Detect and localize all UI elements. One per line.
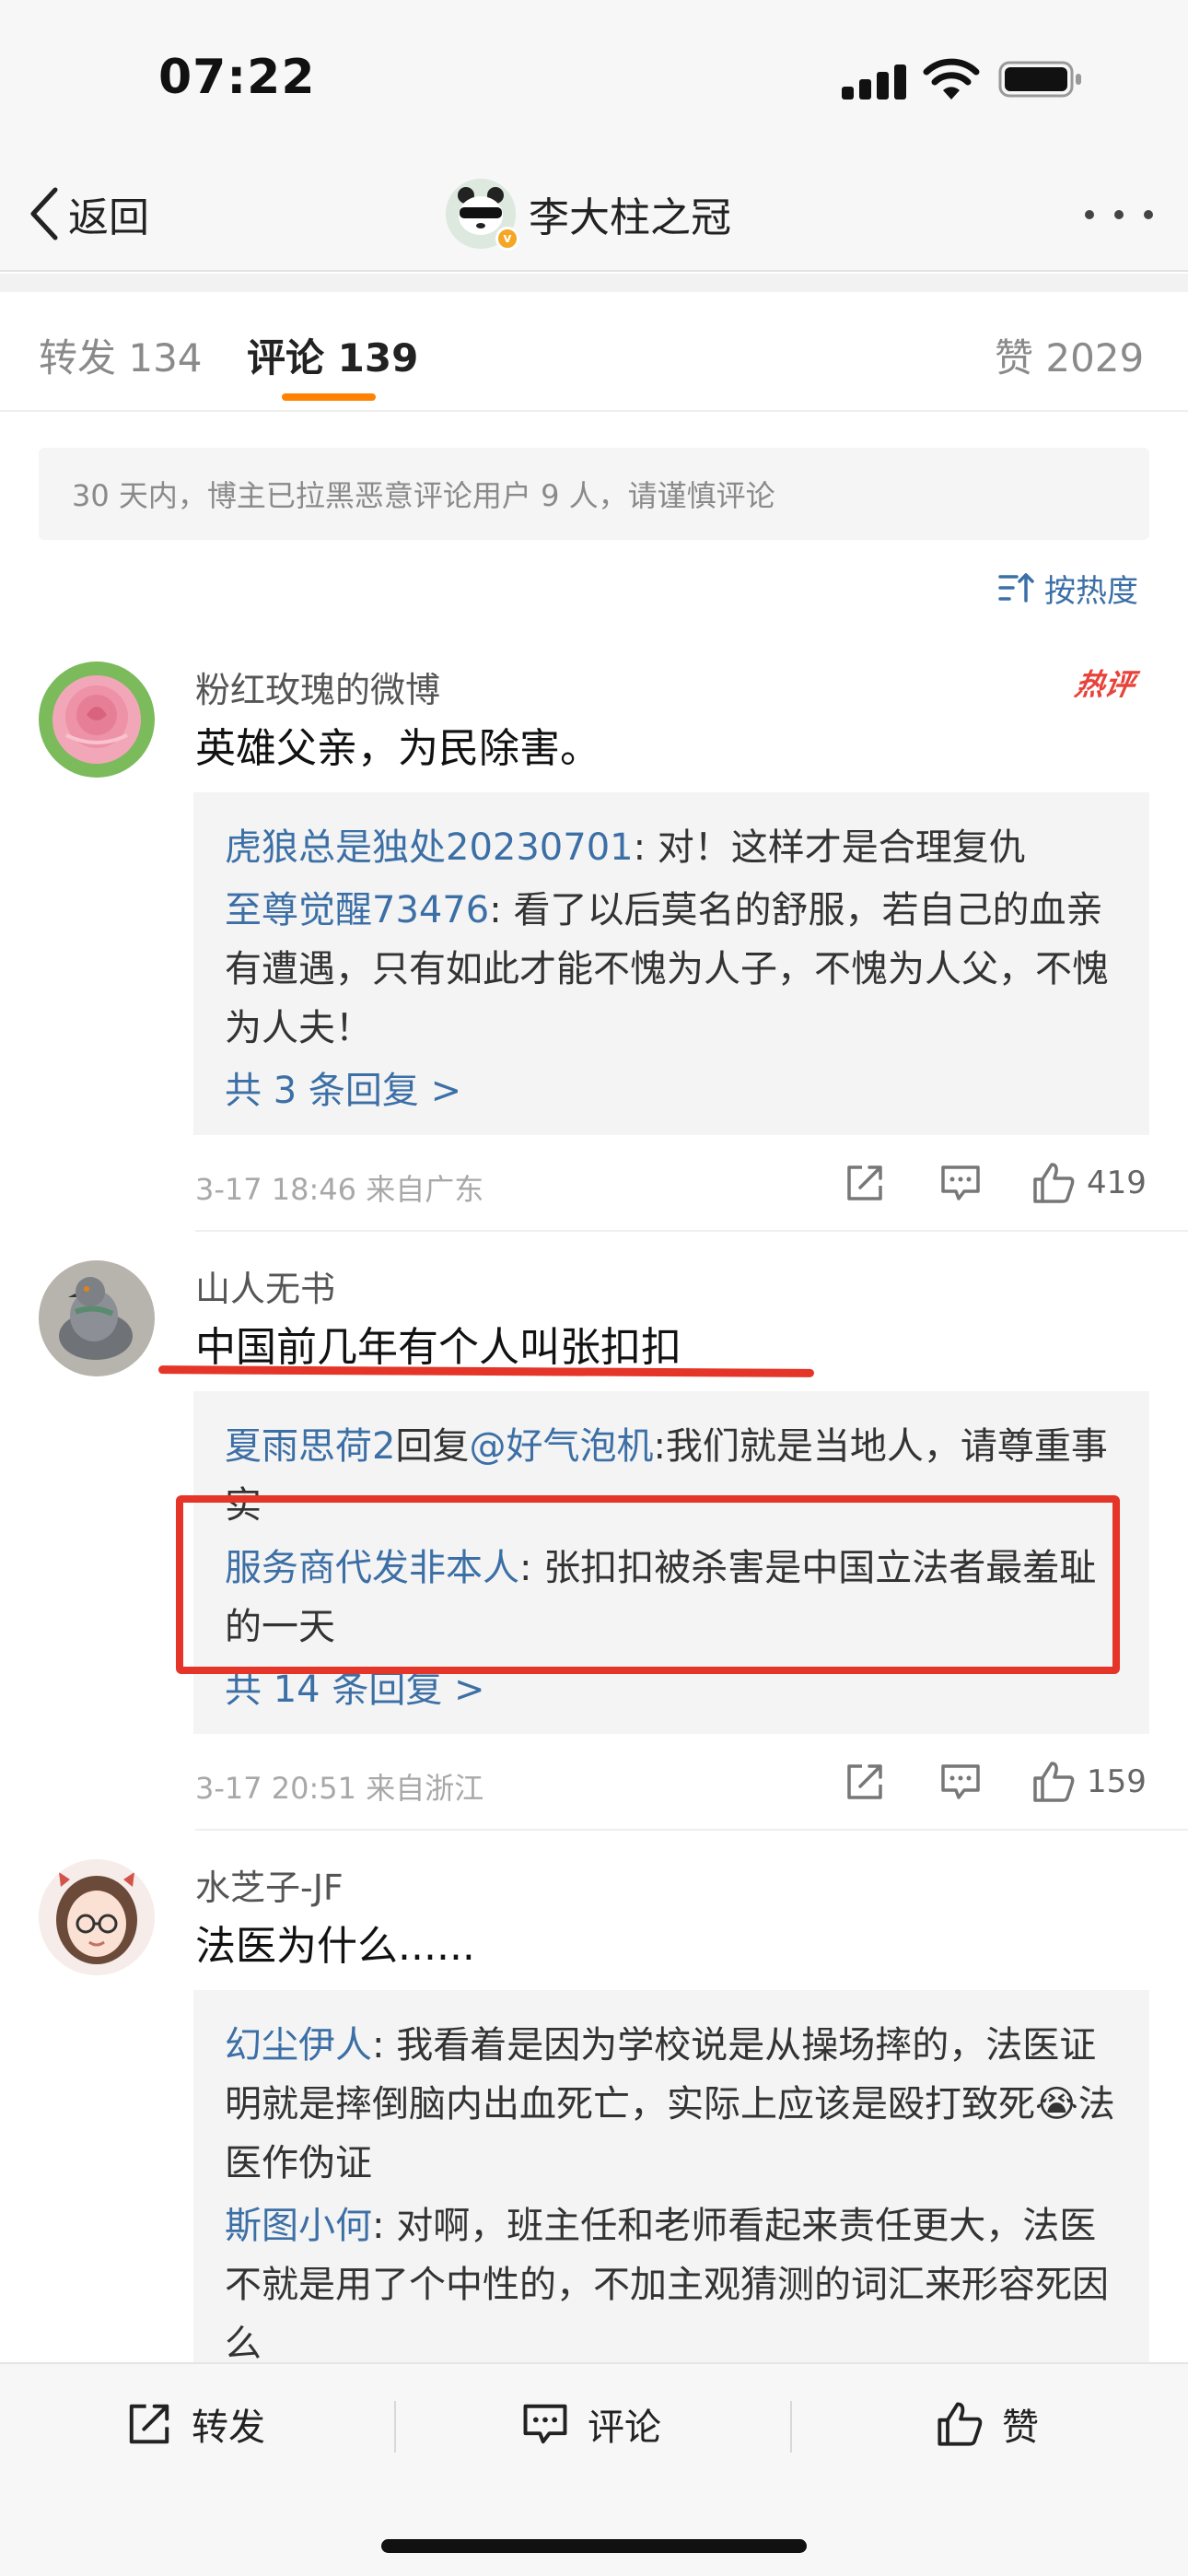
- reply-mention[interactable]: @好气泡机: [469, 1425, 653, 1468]
- comment-actions: 159: [844, 1756, 1157, 1808]
- sort-icon: [998, 573, 1034, 603]
- hot-comment-badge: 热评: [1072, 667, 1138, 702]
- active-tab-indicator: [282, 393, 376, 401]
- share-icon: [847, 1764, 882, 1799]
- comment-username[interactable]: 水芝子-JF: [195, 1859, 344, 1910]
- thumbs-up-icon: [1033, 1762, 1075, 1802]
- avatar[interactable]: [39, 1859, 155, 1975]
- sort-button[interactable]: 按热度: [998, 564, 1138, 612]
- comment-text: 中国前几年有个人叫张扣扣: [195, 1324, 681, 1371]
- verified-badge: v: [495, 227, 519, 251]
- more-replies-link[interactable]: 共 3 条回复 >: [225, 1061, 1118, 1120]
- comment-icon: [523, 2404, 567, 2444]
- reply-mid: 回复: [395, 1425, 470, 1468]
- avatar[interactable]: [39, 1260, 155, 1376]
- back-button[interactable]: 返回: [28, 177, 149, 251]
- reply-username[interactable]: 幻尘伊人: [225, 2024, 372, 2067]
- annotation-highlight-box: [176, 1495, 1120, 1674]
- thumbs-up-icon: [938, 2402, 983, 2446]
- dot-icon: [1114, 210, 1124, 219]
- cartoon-girl-avatar-icon: [39, 1859, 155, 1975]
- reply-item[interactable]: 至尊觉醒73476: 看了以后莫名的舒服，若自己的血亲有遭遇，只有如此才能不愧为…: [225, 881, 1118, 1058]
- thumbs-up-icon: [1033, 1163, 1075, 1203]
- status-bar: 07:22: [0, 0, 1188, 157]
- comment-text: 英雄父亲，为民除害。: [195, 725, 600, 772]
- divider: [195, 1829, 1188, 1831]
- reply-item[interactable]: 幻尘伊人: 我看着是因为学校说是从操场摔的，法医证明就是摔倒脑内出血死亡，实际上…: [225, 2016, 1118, 2193]
- reply-username[interactable]: 虎狼总是独处20230701: [225, 826, 634, 869]
- status-time: 07:22: [158, 50, 316, 105]
- tab-comment[interactable]: 评论 139: [247, 327, 418, 383]
- reply-button[interactable]: [939, 1756, 982, 1808]
- rose-avatar-icon: [39, 662, 155, 778]
- tab-like[interactable]: 赞 2029: [995, 327, 1144, 383]
- share-icon: [129, 2404, 169, 2444]
- tab-repost[interactable]: 转发 134: [39, 327, 203, 383]
- like-button[interactable]: 419: [1031, 1157, 1147, 1209]
- avatar[interactable]: [39, 662, 155, 778]
- comment-actions: 419: [844, 1157, 1157, 1209]
- block-notice: 30 天内，博主已拉黑恶意评论用户 9 人，请谨慎评论: [39, 448, 1149, 540]
- home-indicator[interactable]: [381, 2539, 807, 2553]
- avatar: v: [446, 179, 519, 251]
- pigeon-avatar-icon: [39, 1260, 155, 1376]
- dot-icon: [1085, 210, 1094, 219]
- comment-username[interactable]: 山人无书: [195, 1260, 335, 1311]
- chevron-left-icon: [30, 187, 58, 240]
- battery-icon: [998, 61, 1081, 98]
- comment-icon: [941, 1764, 980, 1799]
- divider: [394, 2401, 396, 2453]
- share-button[interactable]: [844, 1157, 886, 1209]
- tab-bar: 转发 134 评论 139 赞 2029: [0, 292, 1188, 412]
- like-button[interactable]: 赞: [936, 2395, 1039, 2453]
- like-label: 赞: [1002, 2406, 1039, 2449]
- reply-box: 虎狼总是独处20230701: 对！这样才是合理复仇 至尊觉醒73476: 看了…: [193, 792, 1149, 1135]
- comment-meta: 3-17 20:51 来自浙江: [195, 1771, 484, 1806]
- reply-username[interactable]: 夏雨思荷2: [225, 1425, 395, 1468]
- notice-text: 30 天内，博主已拉黑恶意评论用户 9 人，请谨慎评论: [72, 478, 775, 513]
- back-label: 返回: [68, 194, 149, 241]
- reply-username[interactable]: 斯图小何: [225, 2205, 372, 2247]
- annotation-underline: [157, 1365, 815, 1377]
- reply-username[interactable]: 至尊觉醒73476: [225, 889, 489, 931]
- comment-button[interactable]: 评论: [521, 2395, 661, 2453]
- dot-icon: [1144, 210, 1153, 219]
- comment-meta: 3-17 18:46 来自广东: [195, 1172, 484, 1207]
- like-button[interactable]: 159: [1031, 1756, 1147, 1808]
- signal-icon: [842, 64, 906, 100]
- nav-title[interactable]: v 李大柱之冠: [446, 173, 731, 254]
- repost-button[interactable]: 转发: [125, 2395, 265, 2453]
- like-count: 419: [1087, 1165, 1147, 1201]
- sort-label: 按热度: [1044, 572, 1138, 610]
- nav-bar: 返回 v 李大柱之冠: [0, 157, 1188, 272]
- share-icon: [847, 1165, 882, 1200]
- reply-text: : 对！这样才是合理复仇: [633, 826, 1026, 869]
- divider: [790, 2401, 792, 2453]
- comment-label: 评论: [588, 2406, 661, 2449]
- divider: [195, 1230, 1188, 1232]
- nav-title-text: 李大柱之冠: [529, 194, 731, 241]
- like-count: 159: [1087, 1763, 1147, 1800]
- reply-item[interactable]: 斯图小何: 对啊，班主任和老师看起来责任更大，法医不就是用了个中性的，不加主观猜…: [225, 2196, 1118, 2373]
- comment-text: 法医为什么......: [195, 1923, 475, 1970]
- reply-button[interactable]: [939, 1157, 982, 1209]
- repost-label: 转发: [192, 2406, 265, 2449]
- reply-item[interactable]: 虎狼总是独处20230701: 对！这样才是合理复仇: [225, 818, 1118, 877]
- more-options-button[interactable]: [1085, 201, 1153, 228]
- reply-box: 幻尘伊人: 我看着是因为学校说是从操场摔的，法医证明就是摔倒脑内出血死亡，实际上…: [193, 1990, 1149, 2377]
- wifi-icon: [923, 58, 980, 100]
- separator-band: [0, 274, 1188, 292]
- comment-username[interactable]: 粉红玫瑰的微博: [195, 662, 440, 712]
- comment-icon: [941, 1165, 980, 1200]
- share-button[interactable]: [844, 1756, 886, 1808]
